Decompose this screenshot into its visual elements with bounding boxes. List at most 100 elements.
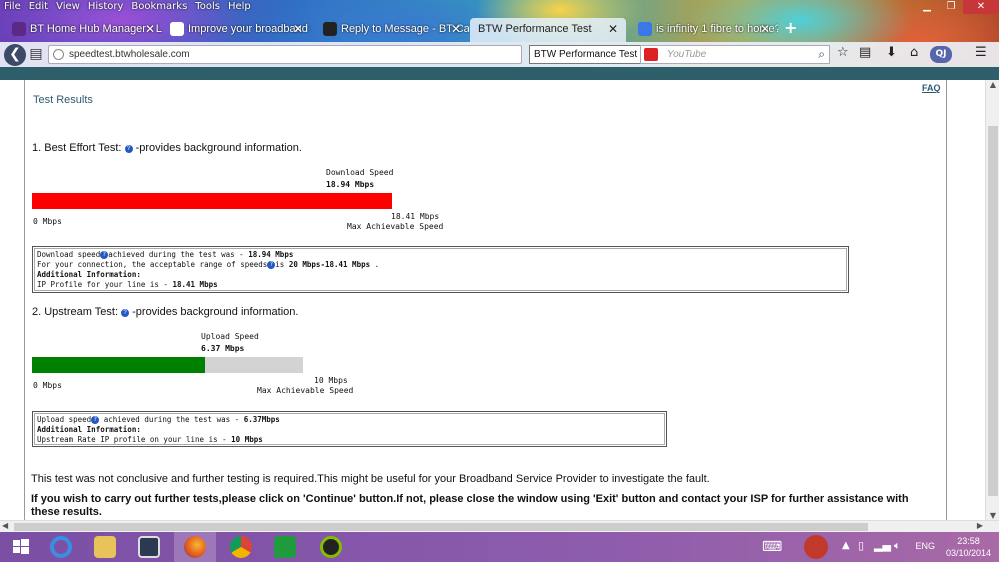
bookmarks-menu-icon[interactable]: ▤ (859, 45, 871, 60)
close-icon[interactable]: ✕ (145, 18, 155, 40)
lenovo-icon (138, 536, 160, 558)
additional-info-heading: Additional Information: (37, 425, 141, 434)
scroll-down-icon[interactable]: ▼ (986, 511, 999, 520)
menu-hamburger-icon[interactable]: ☰ (975, 45, 987, 60)
menu-history[interactable]: History (84, 0, 128, 15)
download-speed-value: 18.94 Mbps (326, 180, 375, 189)
profile-badge[interactable]: QJ (930, 46, 952, 63)
vertical-scrollbar[interactable]: ▲ ▼ (985, 80, 999, 520)
volume-icon[interactable]: 🔈︎ (894, 539, 901, 553)
signal-icon[interactable]: ▂▄ (874, 539, 891, 552)
scroll-thumb[interactable] (988, 126, 998, 496)
conclusion-text: This test was not conclusive and further… (31, 473, 710, 485)
horizontal-scrollbar[interactable]: ◀ ▶ (0, 520, 999, 532)
site-identity-icon[interactable]: ▤ (28, 44, 44, 65)
info-text: For your connection, the acceptable rang… (37, 260, 268, 269)
youtube-icon (644, 48, 658, 61)
tab-reply-to-message[interactable]: Reply to Message - BT Care... ✕ (311, 18, 469, 42)
download-info-line: For your connection, the acceptable rang… (37, 260, 844, 270)
menu-view[interactable]: View (52, 0, 84, 15)
download-info-line: Download speed? achieved during the test … (37, 250, 844, 260)
faq-link[interactable]: FAQ (922, 83, 941, 93)
store-button[interactable] (264, 532, 306, 562)
tab-bar: BT Home Hub Manager - L... ✕ Improve you… (0, 16, 999, 42)
firefox-icon (184, 536, 206, 558)
back-button[interactable]: ❮ (4, 44, 26, 66)
download-heading-label: 1. Best Effort Test: (32, 142, 122, 154)
tab-btw-performance-test[interactable]: BTW Performance Test ✕ (470, 18, 626, 42)
page-viewport: FAQ Test Results 1. Best Effort Test: ? … (0, 80, 999, 520)
scroll-thumb[interactable] (14, 523, 868, 531)
internet-explorer-button[interactable] (40, 532, 82, 562)
download-speed-caption: Download Speed (326, 168, 394, 177)
menu-help[interactable]: Help (224, 0, 255, 15)
new-tab-button[interactable]: + (784, 18, 797, 37)
url-bar[interactable]: speedtest.btwholesale.com (48, 45, 522, 64)
clock[interactable]: 23:58 03/10/2014 (946, 535, 991, 559)
close-icon[interactable]: ✕ (608, 18, 618, 40)
title-tooltip: BTW Performance Test (529, 45, 643, 64)
scroll-left-icon[interactable]: ◀ (2, 521, 8, 530)
scroll-right-icon[interactable]: ▶ (977, 521, 983, 530)
upload-test-heading: 2. Upstream Test: ? -provides background… (32, 306, 298, 318)
help-icon[interactable]: ? (91, 416, 100, 424)
search-icon[interactable]: ⌕ (818, 46, 825, 63)
info-text: achieved during the test was - (99, 415, 244, 424)
home-icon[interactable]: ⌂ (910, 45, 918, 60)
upload-speed-achieved: 6.37Mbps (243, 415, 280, 424)
close-window-button[interactable]: ✕ (963, 0, 999, 14)
upload-min-label: 0 Mbps (33, 381, 62, 390)
tab-title: Reply to Message - BT Care... (341, 23, 469, 35)
menu-edit[interactable]: Edit (25, 0, 52, 15)
help-icon[interactable]: ? (124, 145, 133, 153)
downloads-icon[interactable]: ⬇ (886, 45, 897, 60)
battery-icon[interactable]: ▯ (858, 539, 864, 552)
scroll-up-icon[interactable]: ▲ (986, 80, 999, 89)
download-test-heading: 1. Best Effort Test: ? -provides backgro… (32, 142, 302, 154)
page-title: Test Results (33, 94, 93, 106)
page-icon (170, 22, 184, 36)
upload-heading-label: 2. Upstream Test: (32, 306, 118, 318)
upload-max-label: 10 Mbps (314, 376, 348, 385)
clock-date: 03/10/2014 (945, 548, 991, 558)
additional-info-heading: Additional Information: (37, 270, 141, 279)
help-icon[interactable]: ? (121, 309, 130, 317)
keyboard-icon[interactable]: ⌨ (762, 539, 782, 555)
menu-bookmarks[interactable]: Bookmarks (127, 0, 191, 15)
page-top-strip (0, 67, 999, 80)
menu-tools[interactable]: Tools (191, 0, 224, 15)
tab-bt-home-hub[interactable]: BT Home Hub Manager - L... ✕ (0, 18, 163, 42)
download-info-box: Download speed? achieved during the test … (32, 246, 849, 293)
upload-info-line: Additional Information: (37, 425, 662, 435)
bookmark-star-icon[interactable]: ☆ (837, 45, 849, 60)
download-min-label: 0 Mbps (33, 217, 62, 226)
show-hidden-icons-icon[interactable]: ▲ (842, 540, 850, 551)
download-max-caption: Max Achievable Speed (347, 222, 444, 231)
chrome-icon (230, 536, 252, 558)
tab-improve-broadband[interactable]: Improve your broadband s... ✕ (158, 18, 311, 42)
chrome-button[interactable] (220, 532, 262, 562)
start-button[interactable] (0, 532, 42, 562)
close-icon[interactable]: ✕ (451, 18, 461, 40)
restore-button[interactable]: ❐ (939, 0, 963, 14)
menu-file[interactable]: File (0, 0, 25, 15)
tab-infinity-fibre[interactable]: is infinity 1 fibre to home?... ✕ (626, 18, 778, 42)
file-explorer-button[interactable] (84, 532, 126, 562)
notification-app-icon[interactable] (804, 535, 828, 559)
navigation-bar: ❮ ▤ speedtest.btwholesale.com BTW Perfor… (0, 42, 999, 67)
firefox-button[interactable] (174, 532, 216, 562)
minimize-button[interactable]: ▁ (915, 0, 939, 14)
close-icon[interactable]: ✕ (293, 18, 303, 40)
close-icon[interactable]: ✕ (760, 18, 770, 40)
info-text: IP Profile for your line is - (37, 280, 173, 289)
file-explorer-icon (94, 536, 116, 558)
search-input[interactable]: YouTube ⌕ (640, 45, 830, 64)
menu-bar: File Edit View History Bookmarks Tools H… (0, 0, 255, 15)
tab-title: BTW Performance Test (478, 23, 592, 35)
upload-bar-track (32, 357, 303, 373)
download-bar-fill (32, 193, 392, 209)
lenovo-button[interactable] (128, 532, 170, 562)
spotify-icon (320, 536, 342, 558)
language-indicator[interactable]: ENG (915, 541, 935, 551)
spotify-button[interactable] (310, 532, 352, 562)
